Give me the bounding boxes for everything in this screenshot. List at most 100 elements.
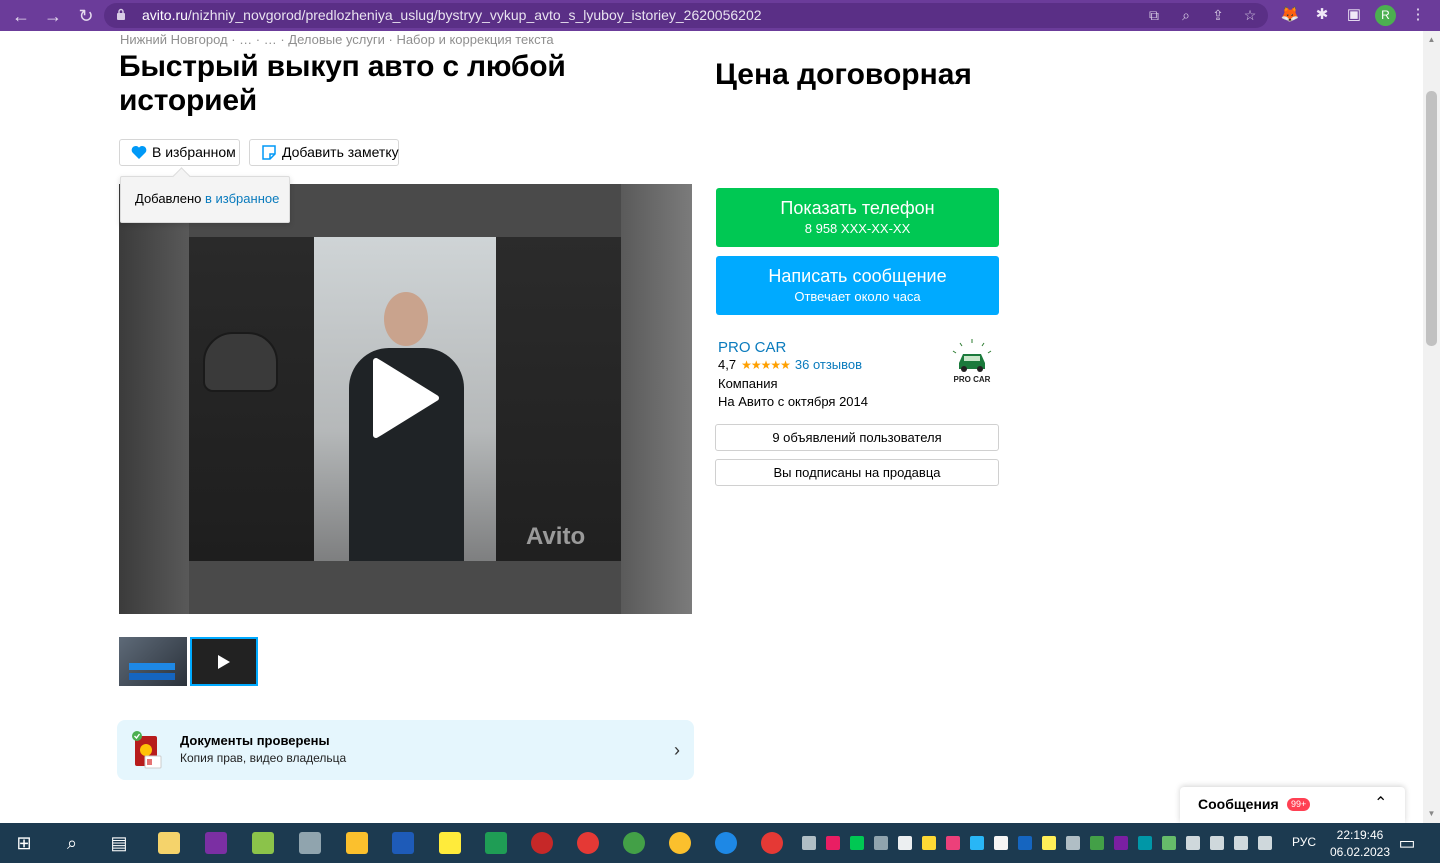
favorite-button[interactable]: В избранном: [119, 139, 240, 166]
word-app-icon[interactable]: [392, 832, 414, 854]
seller-since: На Авито с октября 2014: [718, 394, 868, 409]
windows-start-icon[interactable]: ⊞: [13, 832, 35, 854]
breadcrumb[interactable]: Нижний Новгород · … · … · Деловые услуги…: [120, 32, 554, 47]
messages-panel[interactable]: Сообщения 99+ ⌃: [1180, 787, 1405, 823]
file-explorer-icon[interactable]: [346, 832, 368, 854]
response-time-text: Отвечает около часа: [794, 289, 921, 304]
play-icon[interactable]: [372, 357, 440, 439]
onenote-tray-icon[interactable]: [1114, 836, 1128, 850]
tray-app-icon[interactable]: [994, 836, 1008, 850]
search-icon[interactable]: ⌕: [61, 832, 83, 854]
tray-app-icon[interactable]: [1090, 836, 1104, 850]
page-scrollbar[interactable]: ▲ ▼: [1423, 31, 1440, 823]
play-icon: [218, 655, 230, 669]
favorite-tooltip: Добавлено в избранное: [120, 176, 290, 223]
seller-name-link[interactable]: PRO CAR: [718, 339, 786, 356]
task-view-icon[interactable]: ▤: [108, 832, 130, 854]
chart-app-icon[interactable]: [252, 832, 274, 854]
chrome-app-icon[interactable]: [577, 832, 599, 854]
url-path: /nizhniy_novgorod/predlozheniya_uslug/by…: [187, 7, 762, 23]
metamask-extension-icon[interactable]: 🦊: [1279, 4, 1301, 26]
tray-app-icon[interactable]: [1018, 836, 1032, 850]
heart-icon: [131, 145, 147, 159]
write-message-button[interactable]: Написать сообщение Отвечает около часа: [716, 256, 999, 315]
tray-app-icon[interactable]: [1042, 836, 1056, 850]
chevron-up-icon[interactable]: ⌃: [1374, 793, 1387, 813]
chrome-profile-icon[interactable]: [669, 832, 691, 854]
favorite-label: В избранном: [152, 144, 236, 160]
gallery-thumbnail-video[interactable]: [190, 637, 258, 686]
bookmark-star-icon[interactable]: ☆: [1240, 5, 1260, 25]
messages-label: Сообщения: [1198, 796, 1279, 812]
tray-app-icon[interactable]: [826, 836, 840, 850]
documents-verified-banner[interactable]: Документы проверены Копия прав, видео вл…: [117, 720, 694, 780]
rating-value: 4,7: [718, 357, 737, 372]
chevron-right-icon: ›: [674, 740, 680, 760]
show-phone-label: Показать телефон: [780, 198, 935, 218]
seller-listings-button[interactable]: 9 объявлений пользователя: [715, 424, 999, 451]
antivirus-app-icon[interactable]: [531, 832, 553, 854]
keyboard-icon[interactable]: [1258, 836, 1272, 850]
scroll-down-icon[interactable]: ▼: [1426, 809, 1437, 819]
translate-icon[interactable]: ⧉: [1144, 5, 1164, 25]
tool-app-icon[interactable]: [299, 832, 321, 854]
messages-badge: 99+: [1287, 798, 1311, 811]
phone-number-masked: 8 958 XXX-XX-XX: [804, 221, 911, 236]
clock-time[interactable]: 22:19:46: [1328, 828, 1392, 842]
tray-app-icon[interactable]: [1138, 836, 1152, 850]
tooltip-favorites-link[interactable]: в избранное: [205, 191, 279, 206]
listing-price: Цена договорная: [715, 58, 972, 91]
address-bar[interactable]: avito.ru/nizhniy_novgorod/predlozheniya_…: [104, 3, 1268, 28]
clock-date[interactable]: 06.02.2023: [1328, 845, 1392, 859]
add-note-button[interactable]: Добавить заметку: [249, 139, 399, 166]
profile-avatar[interactable]: R: [1375, 5, 1396, 26]
note-icon: [262, 145, 276, 160]
scroll-thumb[interactable]: [1426, 91, 1437, 346]
back-arrow-icon[interactable]: ←: [9, 4, 33, 28]
documents-title: Документы проверены: [180, 733, 330, 748]
menu-kebab-icon[interactable]: ⋮: [1407, 4, 1429, 26]
add-note-label: Добавить заметку: [282, 144, 399, 160]
tray-app-icon[interactable]: [1186, 836, 1200, 850]
tray-app-icon[interactable]: [922, 836, 936, 850]
rating-stars-icon: ★★★★★: [741, 358, 791, 372]
sheets-app-icon[interactable]: [485, 832, 507, 854]
share-icon[interactable]: ⇪: [1208, 5, 1228, 25]
extensions-puzzle-icon[interactable]: ✱: [1311, 4, 1333, 26]
input-language[interactable]: РУС: [1292, 835, 1316, 849]
windows-taskbar: ⊞ ⌕ ▤ РУС 22:19:46 06.02.2023 ▭: [0, 823, 1440, 863]
network-icon[interactable]: [1210, 836, 1224, 850]
video-scene-door-left: [189, 237, 314, 561]
chrome-profile-icon[interactable]: [623, 832, 645, 854]
telegram-tray-icon[interactable]: [802, 836, 816, 850]
screenshot-tray-icon[interactable]: [970, 836, 984, 850]
seller-logo[interactable]: PRO CAR: [946, 338, 998, 386]
chrome-profile-icon[interactable]: [715, 832, 737, 854]
zoom-icon[interactable]: ⌕: [1176, 5, 1196, 25]
tray-app-icon[interactable]: [898, 836, 912, 850]
scroll-up-icon[interactable]: ▲: [1426, 35, 1437, 45]
onenote-app-icon[interactable]: [205, 832, 227, 854]
reload-icon[interactable]: ↻: [74, 4, 98, 28]
notepad-app-icon[interactable]: [158, 832, 180, 854]
notifications-icon[interactable]: ▭: [1396, 832, 1418, 854]
sticky-notes-icon[interactable]: [439, 832, 461, 854]
lock-icon: [117, 8, 125, 20]
volume-icon[interactable]: [1234, 836, 1248, 850]
tray-app-icon[interactable]: [874, 836, 888, 850]
thumbnail-caption-bar: [129, 673, 175, 680]
shield-tray-icon[interactable]: [850, 836, 864, 850]
sidepanel-icon[interactable]: ▣: [1343, 4, 1365, 26]
reviews-link[interactable]: 36 отзывов: [795, 357, 862, 372]
subscribed-button[interactable]: Вы подписаны на продавца: [715, 459, 999, 486]
url-host: avito.ru: [142, 7, 188, 23]
gallery-thumbnail-1[interactable]: [119, 637, 187, 686]
tray-app-icon[interactable]: [946, 836, 960, 850]
tray-app-icon[interactable]: [1066, 836, 1080, 850]
tray-app-icon[interactable]: [1162, 836, 1176, 850]
video-scene-mirror: [203, 332, 278, 392]
chrome-profile-icon[interactable]: [761, 832, 783, 854]
show-phone-button[interactable]: Показать телефон 8 958 XXX-XX-XX: [716, 188, 999, 247]
video-scene-door-right: [496, 237, 621, 561]
forward-arrow-icon[interactable]: →: [41, 4, 65, 28]
